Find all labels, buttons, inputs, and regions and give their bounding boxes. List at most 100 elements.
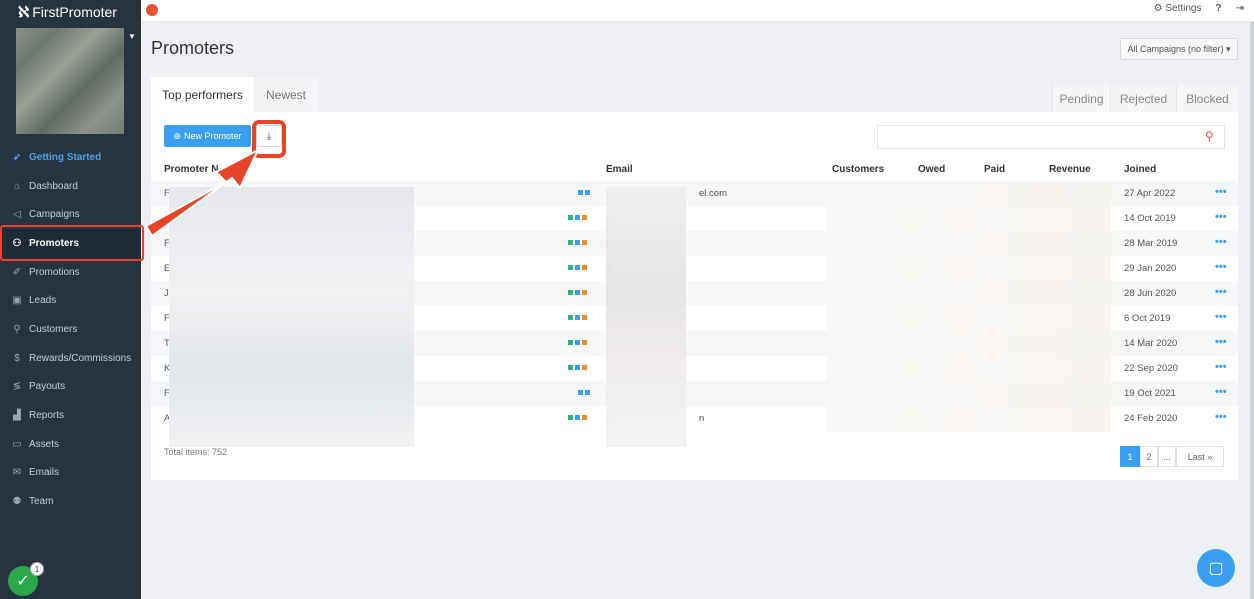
sidebar-item-payouts[interactable]: ≶ Payouts xyxy=(0,373,141,402)
joined-date: 14 Mar 2020 xyxy=(1124,338,1178,349)
check-icon: ✓ xyxy=(16,573,30,590)
campaign-indicators xyxy=(578,190,590,195)
row-actions-button[interactable]: ••• xyxy=(1215,286,1227,298)
campaign-square-icon xyxy=(575,340,580,345)
header-paid[interactable]: Paid xyxy=(984,164,1005,175)
page-scrollbar[interactable] xyxy=(1250,22,1254,599)
joined-date: 22 Sep 2020 xyxy=(1124,363,1178,374)
notification-bell-icon[interactable] xyxy=(146,4,158,16)
new-promoter-button[interactable]: ⊕ New Promoter xyxy=(164,125,251,147)
row-actions-button[interactable]: ••• xyxy=(1215,211,1227,223)
sidebar-item-label: Campaigns xyxy=(29,209,80,221)
sidebar-item-assets[interactable]: ▭ Assets xyxy=(0,430,141,459)
campaign-square-icon xyxy=(568,215,573,220)
sidebar-item-dashboard[interactable]: ⌂ Dashboard xyxy=(0,172,141,201)
campaign-indicators xyxy=(568,240,587,245)
chat-icon: ▢ xyxy=(1208,560,1224,577)
settings-label: Settings xyxy=(1165,3,1202,14)
campaign-filter-dropdown[interactable]: All Campaigns (no filter) ▾ xyxy=(1120,38,1238,60)
tab-top-performers[interactable]: Top performers xyxy=(151,77,254,112)
search-input[interactable] xyxy=(877,125,1225,149)
sidebar-item-label: Emails xyxy=(29,467,60,479)
sidebar-item-label: Rewards/Commissions xyxy=(29,352,132,364)
joined-date: 14 Oct 2019 xyxy=(1124,213,1176,224)
joined-date: 28 Jun 2020 xyxy=(1124,288,1177,299)
sidebar-item-leads[interactable]: ▣ Leads xyxy=(0,286,141,315)
campaign-square-icon xyxy=(575,240,580,245)
total-items: Total items: 752 xyxy=(164,447,228,457)
caret-down-icon[interactable]: ▼ xyxy=(128,32,136,41)
sidebar-item-label: Customers xyxy=(29,323,78,335)
settings-link[interactable]: ⚙ Settings xyxy=(1154,3,1202,14)
campaign-square-icon xyxy=(578,190,583,195)
tab-pending[interactable]: Pending xyxy=(1052,85,1110,112)
app-logo[interactable]: ℵ FirstPromoter xyxy=(0,0,141,24)
row-actions-button[interactable]: ••• xyxy=(1215,236,1227,248)
campaign-square-icon xyxy=(582,265,587,270)
header-customers[interactable]: Customers xyxy=(832,164,884,175)
header-email[interactable]: Email xyxy=(606,164,633,175)
row-actions-button[interactable]: ••• xyxy=(1215,361,1227,373)
campaign-indicators xyxy=(578,390,590,395)
rocket-icon: ➶ xyxy=(12,151,22,163)
help-icon[interactable]: ? xyxy=(1216,3,1222,14)
search-icon[interactable]: ⚲ xyxy=(1205,129,1214,143)
campaign-indicators xyxy=(568,265,587,270)
header-promoter-name[interactable]: Promoter N xyxy=(164,164,218,175)
joined-date: 28 Mar 2019 xyxy=(1124,238,1178,249)
campaign-square-icon xyxy=(585,390,590,395)
sidebar-item-getting-started[interactable]: ➶ Getting Started xyxy=(0,143,141,172)
tab-rejected[interactable]: Rejected xyxy=(1110,85,1176,112)
row-actions-button[interactable]: ••• xyxy=(1215,386,1227,398)
logo-text: FirstPromoter xyxy=(32,4,117,20)
chat-widget-button[interactable]: ▢ xyxy=(1197,549,1235,587)
account-avatar[interactable] xyxy=(16,28,124,134)
header-revenue[interactable]: Revenue xyxy=(1049,164,1091,175)
sidebar-item-rewards[interactable]: $ Rewards/Commissions xyxy=(0,344,141,373)
joined-date: 6 Oct 2019 xyxy=(1124,313,1171,324)
campaign-square-icon xyxy=(568,340,573,345)
sidebar-item-label: Assets xyxy=(29,438,60,450)
tab-newest[interactable]: Newest xyxy=(255,77,317,112)
redacted-values-area xyxy=(826,182,1111,432)
joined-date: 24 Feb 2020 xyxy=(1124,413,1178,424)
logout-icon[interactable]: ⇥ xyxy=(1236,3,1244,14)
sidebar-item-label: Payouts xyxy=(29,381,66,393)
campaign-square-icon xyxy=(582,215,587,220)
campaign-indicators xyxy=(568,315,587,320)
logo-mark-icon: ℵ xyxy=(18,4,30,21)
tab-blocked[interactable]: Blocked xyxy=(1176,85,1238,112)
row-actions-button[interactable]: ••• xyxy=(1215,336,1227,348)
campaign-square-icon xyxy=(575,215,580,220)
campaign-square-icon xyxy=(575,365,580,370)
row-actions-button[interactable]: ••• xyxy=(1215,261,1227,273)
sidebar-item-label: Leads xyxy=(29,295,57,307)
contact-icon: ▣ xyxy=(12,295,22,307)
joined-date: 27 Apr 2022 xyxy=(1124,188,1176,199)
last-page-button[interactable]: Last » xyxy=(1176,446,1224,467)
sidebar-item-reports[interactable]: ▟ Reports xyxy=(0,401,141,430)
row-actions-button[interactable]: ••• xyxy=(1215,411,1227,423)
header-joined[interactable]: Joined xyxy=(1124,164,1156,175)
download-highlight-box xyxy=(252,120,286,158)
promoters-panel: ⊕ New Promoter ⤓ ⚲ Promoter N Email Custo… xyxy=(151,112,1238,480)
sidebar-item-customers[interactable]: ⚲ Customers xyxy=(0,315,141,344)
sidebar-item-emails[interactable]: ✉ Emails xyxy=(0,459,141,488)
dollar-icon: $ xyxy=(14,352,20,364)
page-2-button[interactable]: 2 xyxy=(1140,446,1158,467)
top-bar: ⚙ Settings ? ⇥ xyxy=(141,0,1254,22)
campaign-square-icon xyxy=(582,315,587,320)
page-1-button[interactable]: 1 xyxy=(1120,446,1140,467)
sidebar-item-promotions[interactable]: ✐ Promotions xyxy=(0,258,141,287)
campaign-indicators xyxy=(568,415,587,420)
row-actions-button[interactable]: ••• xyxy=(1215,311,1227,323)
sidebar-item-team[interactable]: ⚉ Team xyxy=(0,487,141,516)
sidebar-item-label: Promotions xyxy=(29,266,80,278)
campaign-square-icon xyxy=(568,290,573,295)
header-owed[interactable]: Owed xyxy=(918,164,945,175)
row-actions-button[interactable]: ••• xyxy=(1215,186,1227,198)
sidebar: ℵ FirstPromoter ▼ ➶ Getting Started ⌂ Dash… xyxy=(0,0,141,599)
sidebar-nav: ➶ Getting Started ⌂ Dashboard ◁ Campaigns ⚇… xyxy=(0,143,141,516)
page-ellipsis: ... xyxy=(1158,446,1176,467)
campaign-square-icon xyxy=(568,365,573,370)
